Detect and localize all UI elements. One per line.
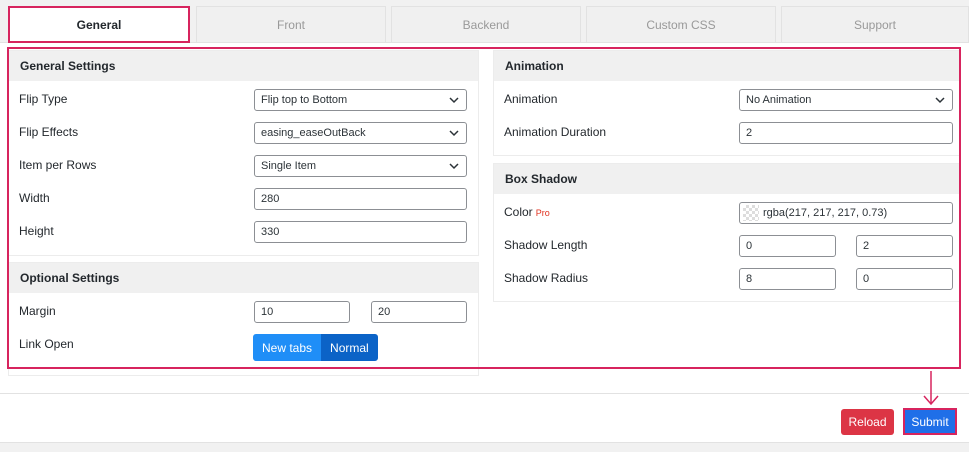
section-title: Animation bbox=[494, 51, 960, 81]
footer-divider bbox=[0, 393, 969, 394]
shadow-color-picker[interactable]: rgba(217, 217, 217, 0.73) bbox=[739, 202, 953, 224]
margin-input-2[interactable]: 20 bbox=[371, 301, 467, 323]
animation-duration-label: Animation Duration bbox=[504, 125, 607, 139]
link-open-toggle: New tabs Normal bbox=[253, 334, 378, 361]
chevron-down-icon bbox=[449, 163, 459, 170]
tab-backend[interactable]: Backend bbox=[391, 6, 581, 42]
shadow-length-input-1[interactable]: 0 bbox=[739, 235, 836, 257]
normal-button[interactable]: Normal bbox=[321, 334, 378, 361]
flip-effects-label: Flip Effects bbox=[19, 125, 79, 139]
width-input[interactable]: 280 bbox=[254, 188, 467, 210]
height-input[interactable]: 330 bbox=[254, 221, 467, 243]
tab-general[interactable]: General bbox=[8, 6, 190, 43]
chevron-down-icon bbox=[935, 97, 945, 104]
color-swatch-icon[interactable] bbox=[743, 205, 759, 221]
flip-type-select[interactable]: Flip top to Bottom bbox=[254, 89, 467, 111]
color-label-text: Color bbox=[504, 205, 533, 219]
item-per-rows-select[interactable]: Single Item bbox=[254, 155, 467, 177]
section-title: Optional Settings bbox=[9, 263, 478, 293]
animation-duration-input[interactable]: 2 bbox=[739, 122, 953, 144]
item-per-rows-label: Item per Rows bbox=[19, 158, 97, 172]
animation-value: No Animation bbox=[746, 94, 812, 106]
margin-label: Margin bbox=[19, 304, 56, 318]
shadow-color-value: rgba(217, 217, 217, 0.73) bbox=[763, 207, 888, 219]
flip-effects-select[interactable]: easing_easeOutBack bbox=[254, 122, 467, 144]
shadow-radius-label: Shadow Radius bbox=[504, 271, 589, 285]
shadow-radius-input-2[interactable]: 0 bbox=[856, 268, 953, 290]
shadow-radius-input-1[interactable]: 8 bbox=[739, 268, 836, 290]
footer-bottom-bar bbox=[0, 442, 969, 452]
shadow-length-label: Shadow Length bbox=[504, 238, 588, 252]
submit-button[interactable]: Submit bbox=[903, 408, 957, 435]
flip-type-value: Flip top to Bottom bbox=[261, 94, 348, 106]
tab-front[interactable]: Front bbox=[196, 6, 386, 42]
width-label: Width bbox=[19, 191, 50, 205]
animation-select[interactable]: No Animation bbox=[739, 89, 953, 111]
flip-type-label: Flip Type bbox=[19, 92, 68, 106]
link-open-label: Link Open bbox=[19, 337, 74, 351]
reload-button[interactable]: Reload bbox=[841, 409, 894, 435]
new-tabs-button[interactable]: New tabs bbox=[253, 334, 322, 361]
arrow-down-icon bbox=[923, 371, 939, 406]
color-label: Color Pro bbox=[504, 205, 550, 219]
tab-custom-css[interactable]: Custom CSS bbox=[586, 6, 776, 42]
margin-input-1[interactable]: 10 bbox=[254, 301, 350, 323]
flip-effects-value: easing_easeOutBack bbox=[261, 127, 366, 139]
chevron-down-icon bbox=[449, 97, 459, 104]
tab-support[interactable]: Support bbox=[781, 6, 969, 42]
shadow-length-input-2[interactable]: 2 bbox=[856, 235, 953, 257]
height-label: Height bbox=[19, 224, 54, 238]
item-per-rows-value: Single Item bbox=[261, 160, 317, 172]
pro-badge: Pro bbox=[535, 208, 550, 218]
animation-label: Animation bbox=[504, 92, 558, 106]
chevron-down-icon bbox=[449, 130, 459, 137]
section-title: General Settings bbox=[9, 51, 478, 81]
section-title: Box Shadow bbox=[494, 164, 960, 194]
